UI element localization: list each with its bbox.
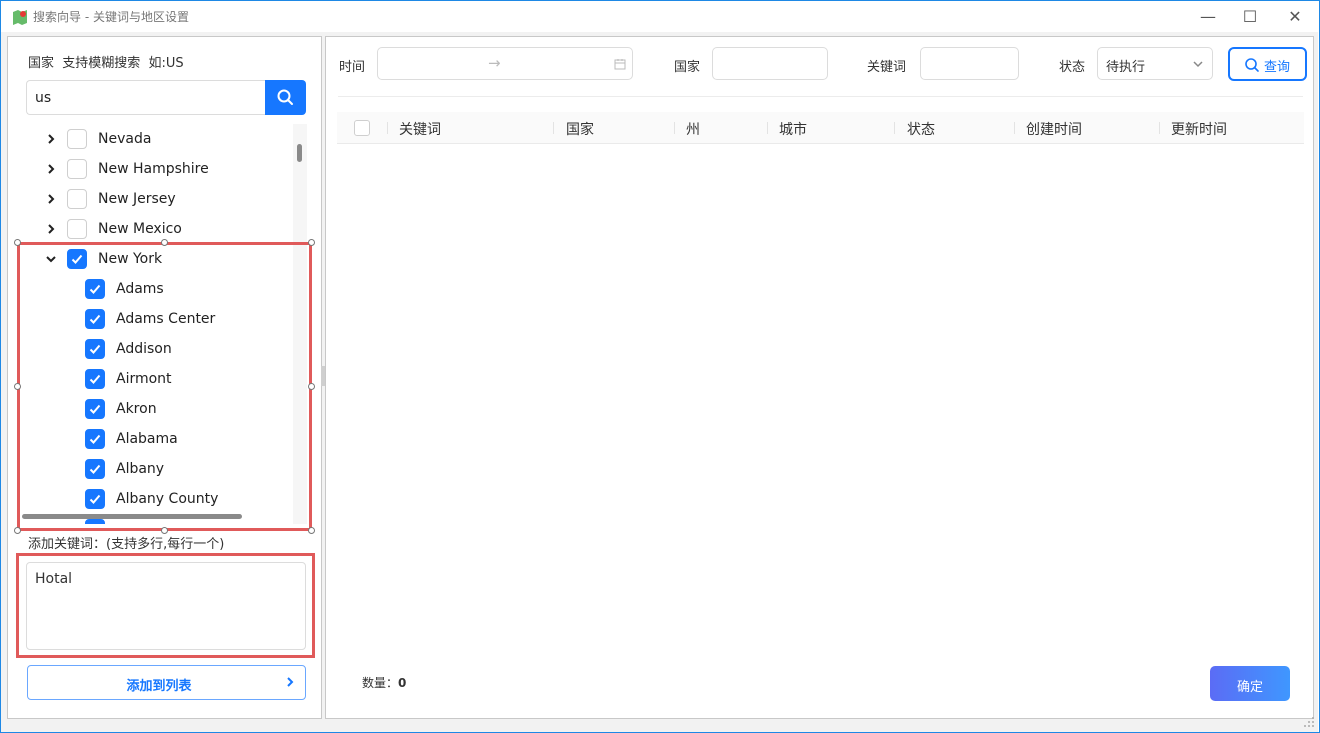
- keyword-textarea[interactable]: Hotal: [26, 562, 306, 650]
- tree-selection-highlight: [17, 242, 312, 531]
- column-header-keyword[interactable]: 关键词: [399, 119, 441, 139]
- add-to-list-button[interactable]: 添加到列表: [27, 665, 306, 700]
- country-search-hint: 国家 支持模糊搜索 如:US: [28, 56, 184, 71]
- date-range-picker[interactable]: →: [377, 47, 633, 80]
- confirm-button[interactable]: 确定: [1210, 666, 1290, 701]
- column-header-state[interactable]: 州: [686, 119, 700, 139]
- resize-grip-icon[interactable]: [1303, 716, 1315, 728]
- keyword-input-label: 添加关键词：(支持多行,每行一个): [28, 537, 225, 552]
- tree-node-checkbox[interactable]: [67, 129, 87, 149]
- chevron-right-icon[interactable]: [45, 193, 57, 205]
- tree-node-label: Nevada: [98, 131, 152, 147]
- tree-node-checkbox[interactable]: [67, 159, 87, 179]
- tree-node[interactable]: New Jersey: [17, 184, 293, 214]
- tree-vertical-scrollbar[interactable]: [297, 144, 302, 162]
- search-icon: [1245, 58, 1259, 72]
- keyword-filter-input[interactable]: [920, 47, 1019, 80]
- record-count-label: 数量：: [362, 676, 399, 690]
- column-header-status[interactable]: 状态: [907, 119, 935, 139]
- country-filter-label: 国家: [674, 60, 701, 75]
- query-button[interactable]: 查询: [1228, 47, 1307, 81]
- window-title: 搜索向导 - 关键词与地区设置: [33, 10, 189, 24]
- chevron-down-icon: [1193, 61, 1203, 68]
- column-separator: [387, 122, 388, 134]
- record-count-value: 0: [398, 676, 407, 690]
- resize-handle[interactable]: [14, 239, 21, 246]
- tree-node-label: New Jersey: [98, 191, 176, 207]
- tree-node-checkbox[interactable]: [67, 219, 87, 239]
- resize-handle[interactable]: [308, 527, 315, 534]
- keyword-filter-label: 关键词: [867, 60, 907, 75]
- column-header-created[interactable]: 创建时间: [1026, 119, 1082, 139]
- column-separator: [553, 122, 554, 134]
- column-separator: [1159, 122, 1160, 134]
- time-label: 时间: [339, 60, 366, 75]
- filter-divider: [338, 96, 1303, 97]
- column-separator: [894, 122, 895, 134]
- status-select[interactable]: 待执行: [1097, 47, 1213, 80]
- minimize-button[interactable]: —: [1198, 7, 1218, 27]
- date-range-arrow: →: [488, 54, 501, 72]
- chevron-right-icon[interactable]: [45, 133, 57, 145]
- calendar-icon: [614, 59, 626, 70]
- column-header-city[interactable]: 城市: [779, 119, 807, 139]
- country-filter-input[interactable]: [712, 47, 828, 80]
- status-filter-label: 状态: [1059, 60, 1086, 75]
- query-button-label: 查询: [1264, 60, 1291, 75]
- close-button[interactable]: ✕: [1285, 7, 1305, 27]
- tree-node[interactable]: New Hampshire: [17, 154, 293, 184]
- tree-node-checkbox[interactable]: [67, 189, 87, 209]
- record-count: 数量：0: [362, 674, 406, 691]
- tree-node-label: New Mexico: [98, 221, 182, 237]
- map-app-icon: [13, 10, 27, 25]
- column-header-updated[interactable]: 更新时间: [1171, 119, 1227, 139]
- column-separator: [1014, 122, 1015, 134]
- chevron-right-icon[interactable]: [45, 163, 57, 175]
- table-header: 关键词 国家 州 城市 状态 创建时间 更新时间: [337, 112, 1304, 144]
- column-separator: [674, 122, 675, 134]
- chevron-right-icon[interactable]: [45, 223, 57, 235]
- table-body: [337, 145, 1304, 655]
- country-search-input[interactable]: us: [26, 80, 266, 115]
- resize-handle[interactable]: [308, 239, 315, 246]
- resize-handle[interactable]: [14, 383, 21, 390]
- select-all-checkbox[interactable]: [354, 120, 370, 136]
- add-to-list-label: 添加到列表: [126, 679, 192, 694]
- maximize-button[interactable]: ☐: [1240, 7, 1260, 27]
- resize-handle[interactable]: [14, 527, 21, 534]
- resize-handle[interactable]: [308, 383, 315, 390]
- column-header-country[interactable]: 国家: [566, 119, 594, 139]
- search-button[interactable]: [265, 80, 306, 115]
- search-icon: [277, 89, 293, 105]
- tree-node[interactable]: Nevada: [17, 124, 293, 154]
- confirm-button-label: 确定: [1236, 680, 1263, 695]
- panel-splitter[interactable]: [321, 366, 325, 386]
- column-separator: [767, 122, 768, 134]
- tree-node[interactable]: New Mexico: [17, 214, 293, 244]
- chevron-right-icon: [287, 677, 294, 687]
- title-bar: 搜索向导 - 关键词与地区设置 — ☐ ✕: [1, 1, 1319, 33]
- status-select-value: 待执行: [1106, 60, 1146, 75]
- resize-handle[interactable]: [161, 239, 168, 246]
- tree-node-label: New Hampshire: [98, 161, 209, 177]
